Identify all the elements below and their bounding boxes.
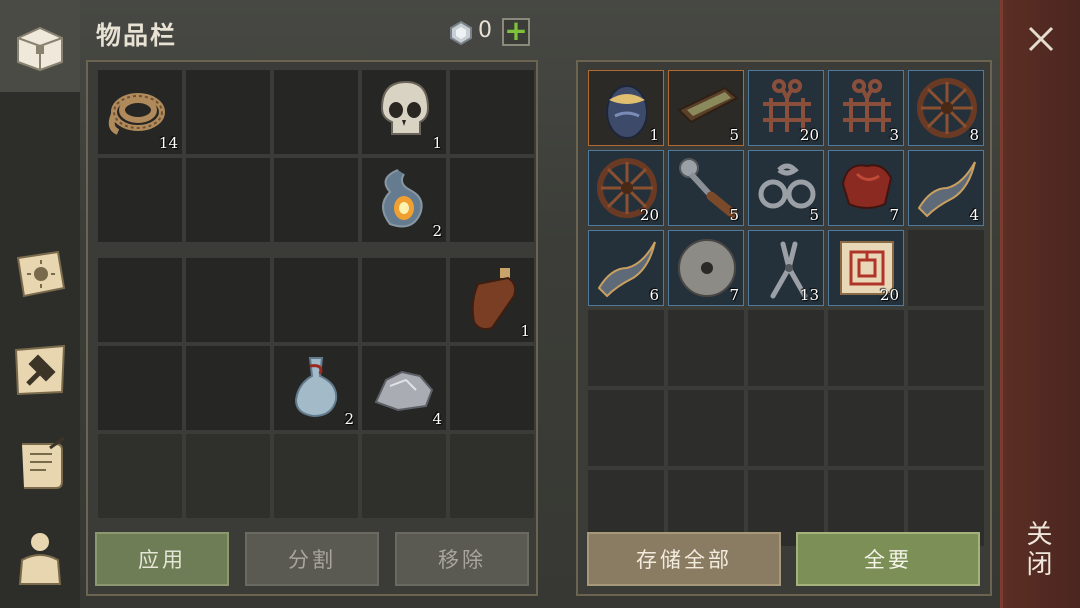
inventory-panel: 14 1 2 1 2 4 — [86, 60, 538, 596]
inventory-slot[interactable]: 14 — [98, 70, 182, 154]
item-count: 5 — [809, 206, 819, 224]
close-bar[interactable] — [1000, 0, 1080, 608]
character-icon[interactable] — [8, 524, 72, 588]
item-count: 4 — [969, 206, 979, 224]
item-count: 20 — [799, 126, 819, 144]
empty-slot[interactable] — [450, 70, 534, 154]
storage-slot[interactable]: 7 — [828, 150, 904, 226]
item-count: 5 — [729, 206, 739, 224]
empty-storage-slot[interactable] — [668, 310, 744, 386]
storage-slot[interactable]: 3 — [828, 70, 904, 146]
item-count: 2 — [432, 222, 442, 240]
empty-slot[interactable] — [450, 434, 534, 518]
item-count: 1 — [432, 134, 442, 152]
skull-icon — [368, 74, 440, 146]
essence-wisp-icon — [368, 162, 440, 234]
apply-button[interactable]: 应用 — [95, 532, 229, 586]
storage-slot[interactable]: 5 — [668, 70, 744, 146]
split-button[interactable]: 分割 — [245, 532, 379, 586]
item-count: 13 — [799, 286, 819, 304]
storage-slot[interactable]: 7 — [668, 230, 744, 306]
empty-storage-slot[interactable] — [748, 310, 824, 386]
inventory-slot[interactable]: 4 — [362, 346, 446, 430]
empty-storage-slot[interactable] — [828, 390, 904, 466]
empty-slot[interactable] — [186, 346, 270, 430]
storage-panel: 1 5 20 3 8 20 5 5 7 4 6 7 13 20 — [576, 60, 992, 596]
storage-slot[interactable]: 5 — [668, 150, 744, 226]
item-count: 4 — [432, 410, 442, 428]
empty-slot[interactable] — [362, 258, 446, 342]
empty-slot[interactable] — [274, 434, 358, 518]
potion-bottle-icon — [280, 350, 352, 422]
add-gems-button[interactable]: + — [502, 17, 530, 46]
item-count: 3 — [889, 126, 899, 144]
empty-slot[interactable] — [450, 158, 534, 242]
storage-slot[interactable]: 6 — [588, 230, 664, 306]
close-icon[interactable] — [1024, 22, 1058, 56]
empty-slot[interactable] — [98, 258, 182, 342]
storage-slot[interactable]: 20 — [828, 230, 904, 306]
inventory-screen: 物品栏 0 + 14 1 2 1 2 4 应用 分割 移除 1 5 20 3 8 20 5 5 7 4 6 7… — [0, 0, 1080, 608]
empty-slot[interactable] — [186, 434, 270, 518]
item-count: 7 — [889, 206, 899, 224]
gem-icon — [450, 20, 472, 46]
close-label[interactable]: 关闭 — [1022, 520, 1056, 580]
stone-ore-icon — [368, 350, 440, 422]
item-count: 6 — [649, 286, 659, 304]
take-all-button[interactable]: 全要 — [796, 532, 980, 586]
storage-slot[interactable]: 4 — [908, 150, 984, 226]
empty-storage-slot[interactable] — [908, 310, 984, 386]
empty-slot[interactable] — [274, 258, 358, 342]
inventory-slot[interactable]: 1 — [362, 70, 446, 154]
inventory-slot[interactable]: 1 — [450, 258, 534, 342]
inventory-slot[interactable]: 2 — [274, 346, 358, 430]
item-count: 1 — [520, 322, 530, 340]
item-count: 8 — [969, 126, 979, 144]
empty-storage-slot[interactable] — [908, 230, 984, 306]
empty-slot[interactable] — [98, 158, 182, 242]
leather-flask-icon — [456, 262, 528, 334]
empty-storage-slot[interactable] — [908, 390, 984, 466]
empty-storage-slot[interactable] — [828, 310, 904, 386]
item-count: 2 — [344, 410, 354, 428]
store-all-button[interactable]: 存储全部 — [587, 532, 781, 586]
empty-slot[interactable] — [362, 434, 446, 518]
storage-slot[interactable]: 5 — [748, 150, 824, 226]
item-count: 20 — [639, 206, 659, 224]
empty-slot[interactable] — [98, 434, 182, 518]
empty-slot[interactable] — [186, 158, 270, 242]
empty-slot[interactable] — [186, 258, 270, 342]
empty-storage-slot[interactable] — [748, 390, 824, 466]
gem-count: 0 — [478, 18, 492, 43]
empty-slot[interactable] — [186, 70, 270, 154]
sun-book-icon[interactable] — [8, 242, 72, 306]
storage-slot[interactable]: 20 — [588, 150, 664, 226]
storage-slot[interactable]: 20 — [748, 70, 824, 146]
sidebar — [0, 0, 80, 608]
item-count: 7 — [729, 286, 739, 304]
storage-slot[interactable]: 1 — [588, 70, 664, 146]
page-title: 物品栏 — [96, 21, 178, 50]
inventory-slot[interactable]: 2 — [362, 158, 446, 242]
item-count: 5 — [729, 126, 739, 144]
item-count: 20 — [879, 286, 899, 304]
empty-slot[interactable] — [274, 70, 358, 154]
remove-button[interactable]: 移除 — [395, 532, 529, 586]
empty-storage-slot[interactable] — [588, 390, 664, 466]
empty-storage-slot[interactable] — [588, 310, 664, 386]
empty-storage-slot[interactable] — [668, 390, 744, 466]
quest-scroll-icon[interactable] — [8, 432, 72, 496]
chest-icon — [8, 14, 72, 78]
hammer-crafting-icon[interactable] — [8, 338, 72, 402]
empty-slot[interactable] — [274, 158, 358, 242]
storage-slot[interactable]: 8 — [908, 70, 984, 146]
sidebar-tab-inventory[interactable] — [0, 0, 80, 92]
empty-slot[interactable] — [450, 346, 534, 430]
item-count: 1 — [649, 126, 659, 144]
empty-slot[interactable] — [98, 346, 182, 430]
storage-slot[interactable]: 13 — [748, 230, 824, 306]
item-count: 14 — [158, 134, 178, 152]
